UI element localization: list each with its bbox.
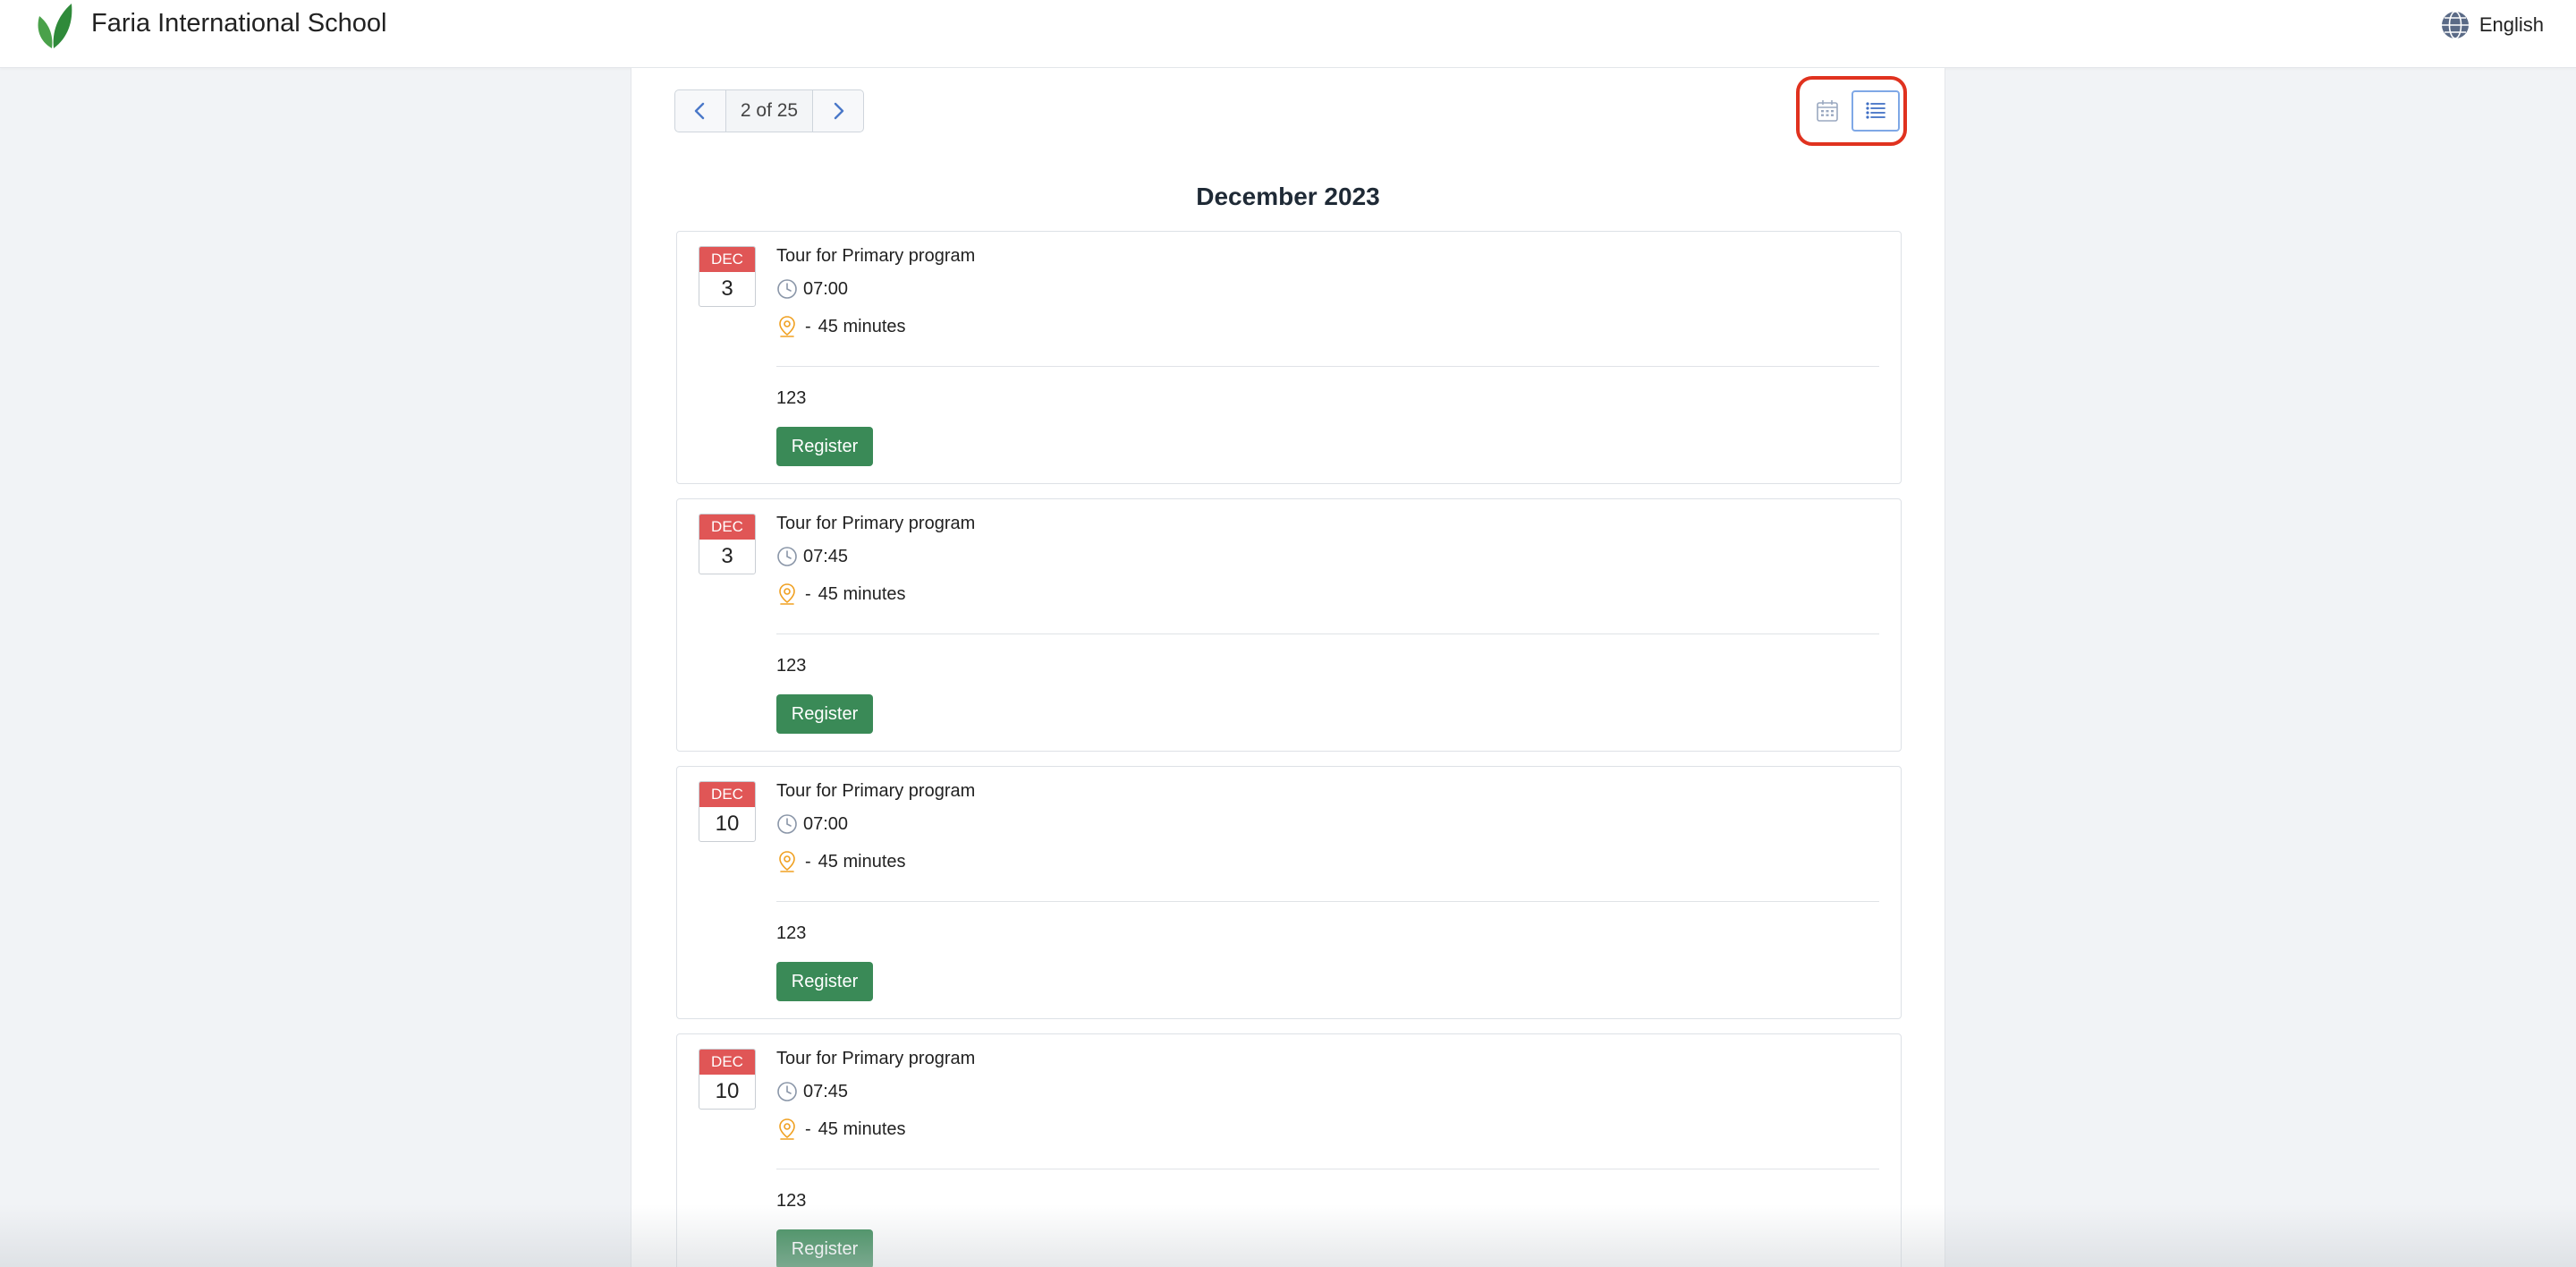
event-time: 07:45 [803, 546, 849, 566]
divider [776, 366, 1879, 367]
school-name[interactable]: Faria International School [91, 9, 386, 38]
date-badge-day: 3 [721, 544, 733, 568]
location-separator: - [805, 1118, 811, 1139]
location-pin-icon [779, 316, 795, 337]
location-pin-icon [779, 1118, 795, 1140]
chevron-right-icon [834, 102, 844, 120]
event-duration: 45 minutes [818, 583, 906, 604]
event-time-row: 07:00 [776, 813, 848, 835]
date-badge-day: 10 [715, 1079, 740, 1103]
divider [776, 901, 1879, 902]
event-description: 123 [776, 923, 807, 943]
event-description: 123 [776, 656, 807, 676]
location-pin-icon [779, 851, 795, 872]
clock-icon [777, 279, 797, 299]
date-badge-day: 3 [721, 276, 733, 301]
language-selector[interactable]: English [2440, 10, 2544, 40]
clock-icon [777, 814, 797, 834]
clock-icon [777, 547, 797, 566]
event-title[interactable]: Tour for Primary program [776, 514, 975, 534]
date-badge-day: 10 [715, 812, 740, 836]
clock-icon [777, 1082, 797, 1101]
event-location-row: - 45 minutes [776, 315, 906, 338]
register-button[interactable]: Register [776, 694, 873, 734]
event-location-row: - 45 minutes [776, 582, 906, 606]
register-button[interactable]: Register [776, 427, 873, 466]
calendar-icon [1817, 100, 1838, 122]
list-icon [1866, 102, 1885, 119]
event-time: 07:45 [803, 1081, 849, 1101]
event-title[interactable]: Tour for Primary program [776, 781, 975, 802]
leaf-logo-icon[interactable] [30, 0, 75, 50]
date-badge: DEC 3 [699, 514, 756, 574]
events-panel: 2 of 25 December 2023 DEC 3 Tour for Pri… [631, 68, 1945, 1267]
event-description: 123 [776, 388, 807, 408]
register-button[interactable]: Register [776, 1229, 873, 1267]
location-separator: - [805, 316, 811, 336]
event-time-row: 07:45 [776, 546, 848, 567]
date-badge: DEC 10 [699, 1049, 756, 1110]
event-card: DEC 3 Tour for Primary program 07:45 - 4… [676, 498, 1902, 752]
language-label: English [2479, 13, 2544, 36]
date-badge-month: DEC [699, 514, 755, 540]
location-pin-icon [779, 583, 795, 605]
event-time-row: 07:00 [776, 278, 848, 300]
top-bar: Faria International School English [0, 0, 2576, 68]
month-heading: December 2023 [1196, 183, 1380, 210]
prev-page-button[interactable] [675, 90, 725, 132]
event-title[interactable]: Tour for Primary program [776, 246, 975, 267]
event-time-row: 07:45 [776, 1081, 848, 1102]
event-description: 123 [776, 1191, 807, 1211]
event-title[interactable]: Tour for Primary program [776, 1049, 975, 1069]
event-duration: 45 minutes [818, 316, 906, 336]
date-badge-month: DEC [699, 247, 755, 272]
calendar-view-button[interactable] [1803, 90, 1852, 132]
list-view-button[interactable] [1852, 90, 1900, 132]
event-duration: 45 minutes [818, 851, 906, 872]
date-badge-month: DEC [699, 1050, 755, 1075]
event-card: DEC 3 Tour for Primary program 07:00 - 4… [676, 231, 1902, 484]
date-badge: DEC 3 [699, 246, 756, 307]
event-location-row: - 45 minutes [776, 1118, 906, 1141]
chevron-left-icon [694, 102, 705, 120]
event-card: DEC 10 Tour for Primary program 07:45 - … [676, 1033, 1902, 1267]
date-badge-month: DEC [699, 782, 755, 807]
globe-icon [2441, 11, 2469, 39]
event-duration: 45 minutes [818, 1118, 906, 1139]
location-separator: - [805, 583, 811, 604]
event-location-row: - 45 minutes [776, 850, 906, 873]
pagination: 2 of 25 [674, 89, 864, 132]
event-time: 07:00 [803, 278, 849, 299]
next-page-button[interactable] [813, 90, 863, 132]
view-toggle [1796, 76, 1907, 146]
date-badge: DEC 10 [699, 781, 756, 842]
page-indicator: 2 of 25 [725, 90, 813, 132]
event-time: 07:00 [803, 813, 849, 834]
location-separator: - [805, 851, 811, 872]
register-button[interactable]: Register [776, 962, 873, 1001]
event-card: DEC 10 Tour for Primary program 07:00 - … [676, 766, 1902, 1019]
